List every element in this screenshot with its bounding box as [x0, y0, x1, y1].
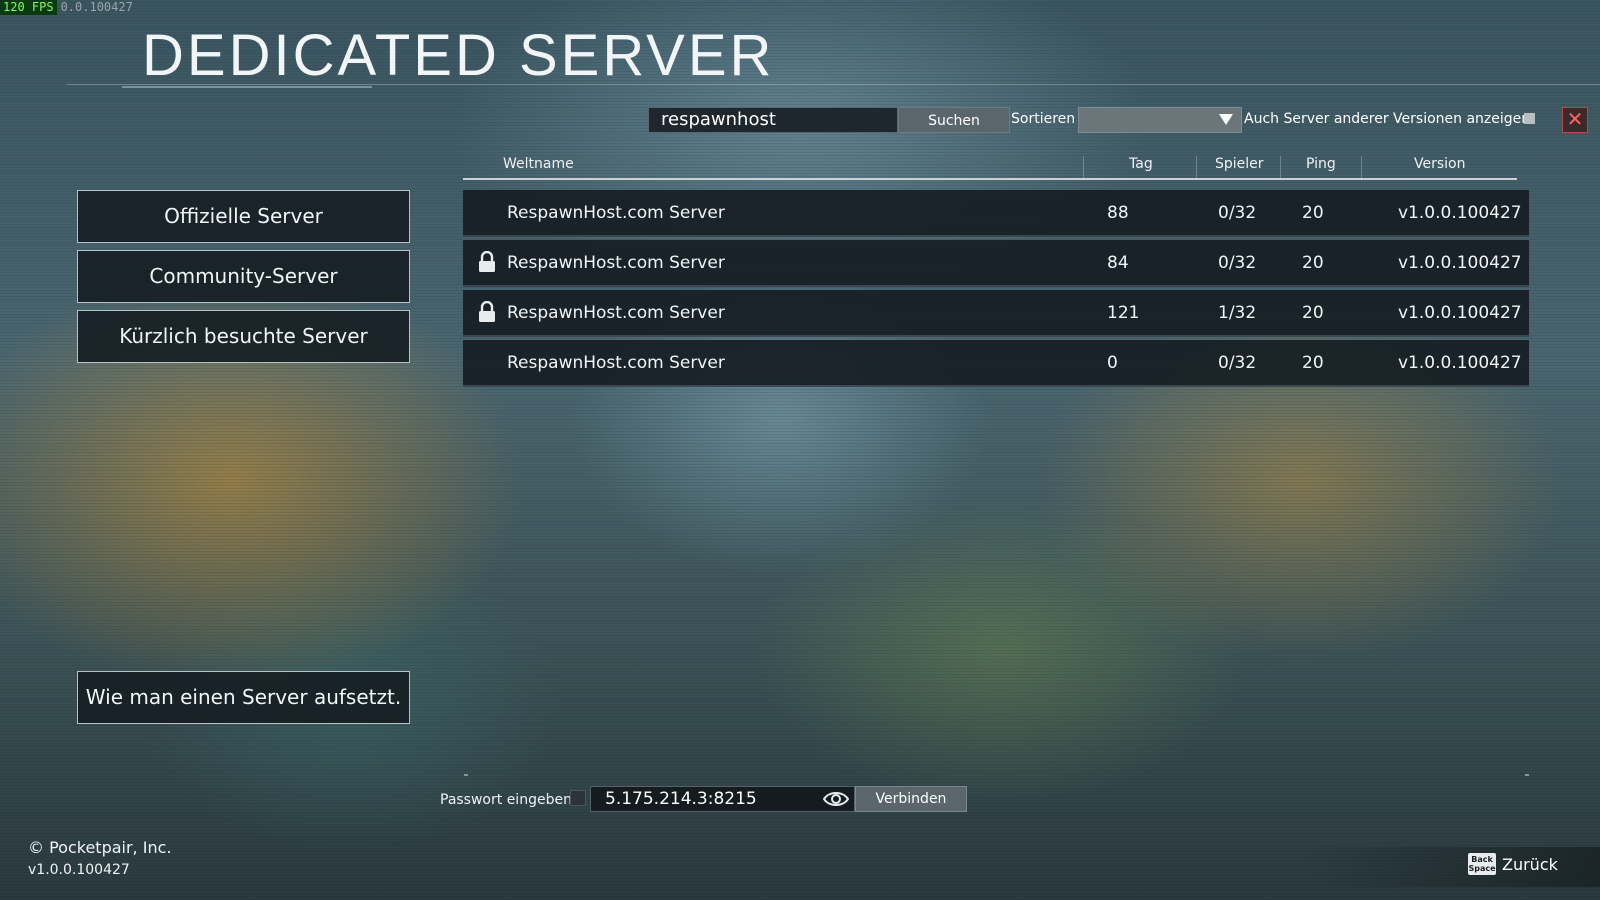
title-divider — [66, 84, 1600, 85]
search-button[interactable]: Suchen — [898, 107, 1010, 133]
server-name: RespawnHost.com Server — [507, 353, 725, 373]
server-day: 84 — [1107, 253, 1129, 273]
list-scroll-marker — [464, 774, 468, 776]
title-accent-line — [122, 86, 372, 88]
server-ping: 20 — [1302, 353, 1324, 373]
server-players: 0/32 — [1218, 253, 1257, 273]
server-setup-guide-button[interactable]: Wie man einen Server aufsetzt. — [77, 671, 410, 724]
sort-label: Sortieren — [1011, 111, 1076, 127]
column-divider — [1280, 156, 1281, 180]
server-row[interactable]: RespawnHost.com Server 88 0/32 20 v1.0.0… — [463, 190, 1529, 237]
server-players: 0/32 — [1218, 353, 1257, 373]
password-label: Passwort eingeben — [440, 792, 572, 808]
page-title: DEDICATED SERVER — [142, 23, 775, 88]
column-header-players[interactable]: Spieler — [1215, 156, 1264, 172]
fps-counter: 120 FPS — [0, 0, 57, 15]
connect-button[interactable]: Verbinden — [855, 786, 967, 812]
version-label: v1.0.0.100427 — [28, 862, 130, 878]
server-day: 121 — [1107, 303, 1140, 323]
column-header-day[interactable]: Tag — [1129, 156, 1153, 172]
server-ping: 20 — [1302, 303, 1324, 323]
server-day: 0 — [1107, 353, 1118, 373]
column-header-ping[interactable]: Ping — [1306, 156, 1336, 172]
copyright: © Pocketpair, Inc. — [28, 838, 172, 857]
search-input[interactable]: respawnhost — [648, 107, 898, 133]
table-header-underline — [463, 178, 1517, 180]
server-name: RespawnHost.com Server — [507, 253, 725, 273]
server-version: v1.0.0.100427 — [1398, 353, 1522, 373]
other-versions-checkbox[interactable] — [1524, 113, 1535, 124]
other-versions-label: Auch Server anderer Versionen anzeigen — [1244, 111, 1531, 127]
back-button[interactable]: Zurück — [1502, 855, 1558, 874]
community-servers-button[interactable]: Community-Server — [77, 250, 410, 303]
fps-overlay: 120 FPS 0.0.100427 — [0, 0, 133, 15]
server-row[interactable]: RespawnHost.com Server 0 0/32 20 v1.0.0.… — [463, 340, 1529, 387]
close-icon[interactable]: ✕ — [1562, 107, 1588, 133]
server-name: RespawnHost.com Server — [507, 303, 725, 323]
server-address-input[interactable]: 5.175.214.3:8215 — [590, 786, 855, 812]
server-name: RespawnHost.com Server — [507, 203, 725, 223]
recent-servers-button[interactable]: Kürzlich besuchte Server — [77, 310, 410, 363]
password-checkbox[interactable] — [570, 790, 586, 806]
server-row[interactable]: RespawnHost.com Server 121 1/32 20 v1.0.… — [463, 290, 1529, 337]
background-scanlines — [0, 0, 1600, 900]
column-divider — [1361, 156, 1362, 180]
column-divider — [1083, 156, 1084, 180]
column-divider — [1196, 156, 1197, 180]
column-header-version[interactable]: Version — [1414, 156, 1465, 172]
build-number: 0.0.100427 — [60, 0, 133, 14]
server-day: 88 — [1107, 203, 1129, 223]
list-scroll-marker — [1525, 774, 1529, 776]
table-header: Weltname Tag Spieler Ping Version — [463, 154, 1517, 180]
server-row[interactable]: RespawnHost.com Server 84 0/32 20 v1.0.0… — [463, 240, 1529, 287]
server-version: v1.0.0.100427 — [1398, 303, 1522, 323]
server-players: 0/32 — [1218, 203, 1257, 223]
server-ping: 20 — [1302, 203, 1324, 223]
official-servers-button[interactable]: Offizielle Server — [77, 190, 410, 243]
sort-dropdown[interactable] — [1078, 107, 1242, 133]
lock-icon — [477, 250, 497, 273]
server-version: v1.0.0.100427 — [1398, 253, 1522, 273]
column-header-name[interactable]: Weltname — [503, 156, 574, 172]
lock-icon — [477, 300, 497, 323]
server-ping: 20 — [1302, 253, 1324, 273]
eye-icon[interactable] — [822, 789, 850, 809]
dropdown-arrow-icon — [1219, 114, 1233, 125]
server-players: 1/32 — [1218, 303, 1257, 323]
server-version: v1.0.0.100427 — [1398, 203, 1522, 223]
backspace-key-icon: Back Space — [1468, 853, 1496, 875]
